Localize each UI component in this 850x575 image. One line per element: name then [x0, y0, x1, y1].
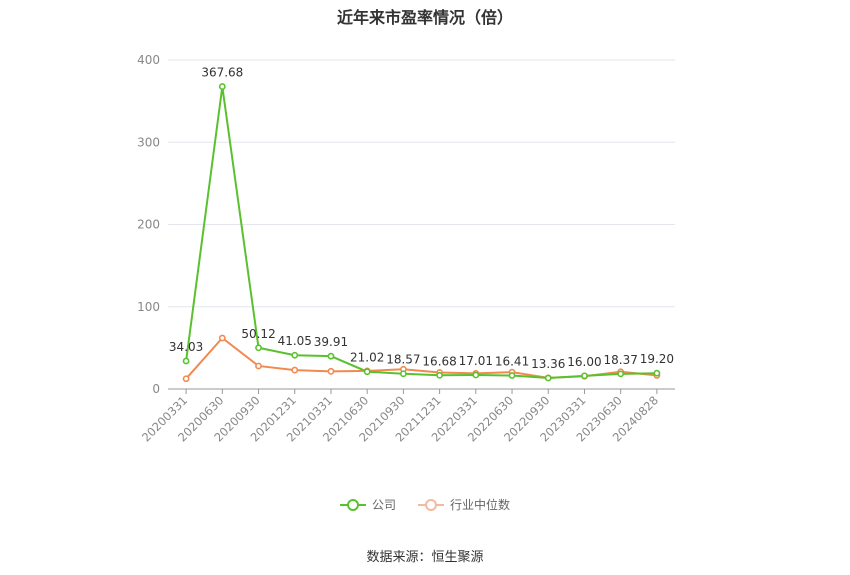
legend-label-company: 公司	[371, 498, 396, 512]
company-data-label: 367.68	[201, 66, 243, 80]
company-point	[363, 368, 371, 376]
legend-marker-company-icon	[339, 498, 366, 511]
legend-item-company[interactable]: 公司	[339, 496, 396, 513]
industry-point	[255, 362, 262, 370]
company-point	[182, 357, 190, 365]
company-data-label: 50.12	[241, 327, 275, 341]
legend-marker-industry-icon	[418, 498, 444, 511]
legend: 公司 行业中位数	[0, 496, 850, 513]
company-data-label: 16.00	[567, 355, 601, 369]
data-labels: 34.03 367.68 50.1241.05 39.9121.02 18.57 16.6…	[169, 66, 674, 371]
legend-item-industry-median[interactable]: 行业中位数	[418, 496, 510, 513]
industry-point	[218, 334, 226, 342]
company-point	[399, 370, 407, 378]
company-data-label: 41.05	[278, 334, 312, 348]
company-data-label: 19.20	[640, 352, 674, 366]
y-tick-label: 200	[137, 218, 160, 232]
company-data-label: 16.68	[422, 354, 456, 368]
y-tick-label: 300	[137, 135, 160, 149]
company-point	[508, 372, 516, 379]
company-point	[472, 371, 480, 379]
industry-point	[291, 366, 299, 374]
y-tick-label: 100	[137, 300, 160, 314]
company-data-label: 16.41	[495, 355, 529, 369]
company-point	[291, 351, 299, 359]
source-note: 数据来源：恒生聚源	[366, 550, 484, 565]
y-tick-label: 400	[137, 53, 160, 67]
company-point	[581, 372, 588, 380]
industry-point	[327, 367, 335, 375]
legend-label-industry-median: 行业中位数	[450, 498, 511, 512]
y-tick-label: 0	[152, 382, 160, 396]
industry-point	[182, 375, 190, 383]
company-point	[218, 83, 226, 90]
company-point	[653, 369, 661, 377]
company-point	[327, 352, 335, 360]
grid-lines	[168, 59, 675, 308]
line-chart: 0100200300400202003312020063020200930202…	[137, 53, 675, 445]
company-point	[255, 344, 262, 352]
company-point	[617, 370, 625, 378]
company-data-label: 13.36	[531, 357, 565, 371]
company-data-label: 18.37	[603, 353, 637, 367]
axes: 0100200300400202003312020063020200930202…	[137, 53, 675, 445]
company-data-label: 21.02	[350, 351, 384, 365]
company-point	[436, 371, 444, 379]
company-data-label: 34.03	[169, 340, 203, 354]
company-data-label: 17.01	[459, 354, 493, 368]
company-data-label: 18.57	[386, 353, 420, 367]
company-data-label: 39.91	[314, 335, 348, 349]
company-point	[544, 374, 552, 382]
